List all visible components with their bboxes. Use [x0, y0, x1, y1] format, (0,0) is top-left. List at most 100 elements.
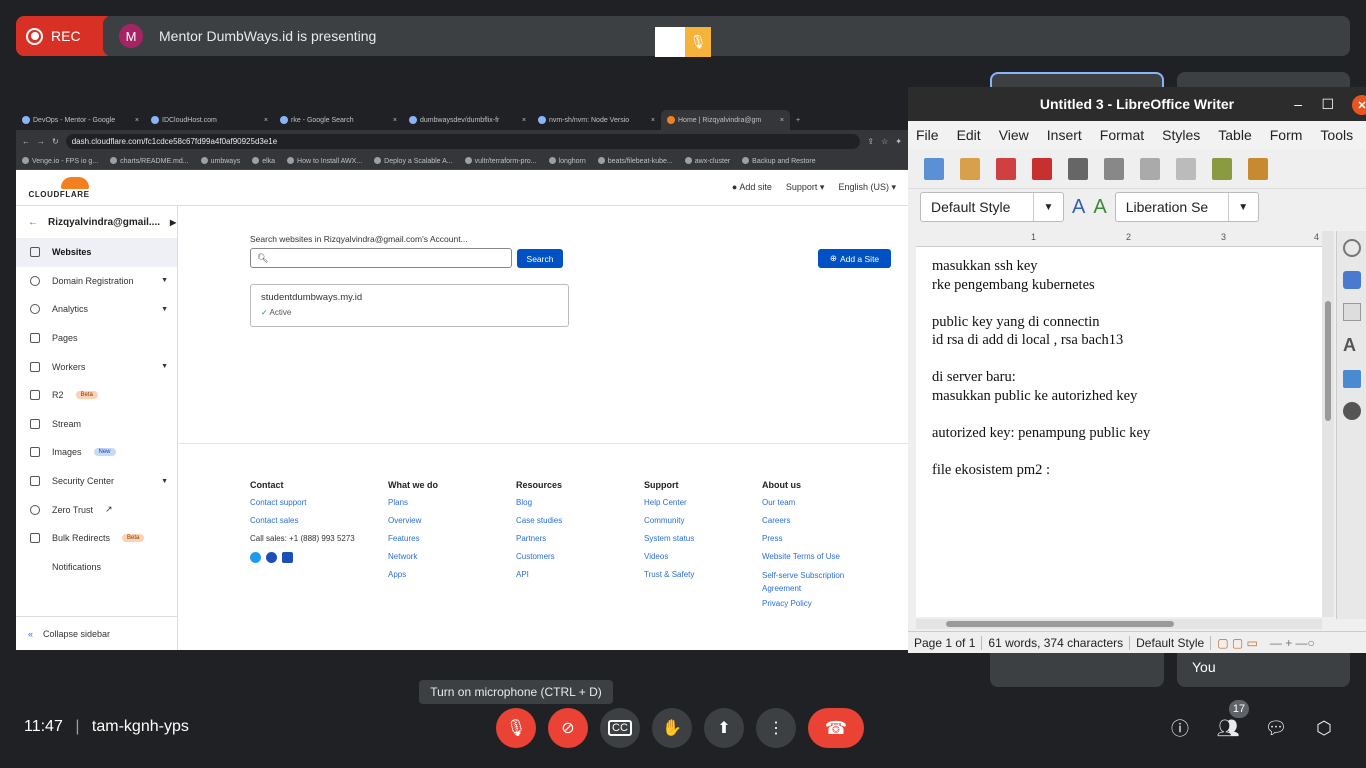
cloudflare-logo[interactable]: CLOUDFLARE [25, 176, 93, 199]
horizontal-ruler[interactable]: 1 2 3 4 [916, 231, 1322, 247]
sidebar-item-pages[interactable]: Pages [16, 324, 177, 353]
meeting-details-button[interactable]: ⓘ [1166, 714, 1194, 742]
open-folder-icon[interactable] [960, 157, 980, 180]
add-a-site-button[interactable]: ⊕ Add a Site [818, 249, 891, 268]
sidebar-item-zero-trust[interactable]: Zero Trust ↗ [16, 495, 177, 524]
reload-icon[interactable]: ↻ [52, 137, 59, 146]
print-icon[interactable] [1068, 157, 1088, 180]
footer-link[interactable]: Partners [516, 530, 562, 548]
gallery-icon[interactable] [1343, 370, 1361, 388]
footer-link[interactable]: Website Terms of Use [762, 548, 844, 566]
bookmark-item[interactable]: Deploy a Scalable A... [374, 156, 453, 165]
twitter-icon[interactable] [250, 552, 261, 563]
minimize-icon[interactable]: – [1294, 87, 1302, 121]
footer-link[interactable]: Contact support [250, 494, 355, 512]
save-icon[interactable] [996, 157, 1016, 180]
account-switcher[interactable]: ← Rizqyalvindra@gmail.... ▶ [16, 206, 177, 238]
star-icon[interactable]: ☆ [881, 137, 888, 146]
menu-edit[interactable]: Edit [957, 127, 981, 143]
export-pdf-icon[interactable] [1032, 157, 1052, 180]
linkedin-icon[interactable] [282, 552, 293, 563]
footer-link[interactable]: Apps [388, 566, 438, 584]
browser-tab[interactable]: dumbwaysdev/dumbflix-fr × [403, 110, 532, 130]
close-icon[interactable]: × [651, 117, 655, 124]
close-icon[interactable]: × [522, 117, 526, 124]
sidebar-item-analytics[interactable]: Analytics ▼ [16, 295, 177, 324]
new-document-icon[interactable] [924, 157, 944, 180]
print-preview-icon[interactable] [1104, 157, 1124, 180]
properties-icon[interactable] [1343, 239, 1361, 257]
paragraph-style-dropdown[interactable]: Default Style ▼ [920, 192, 1064, 222]
footer-link[interactable]: Self-serve Subscription Agreement [762, 569, 844, 595]
view-layout-icons[interactable]: ▢ ▢ ▭ [1211, 636, 1264, 650]
document-page[interactable]: masukkan ssh key rke pengembang kubernet… [916, 247, 1322, 617]
footer-link[interactable]: Case studies [516, 512, 562, 530]
sidebar-item-r2[interactable]: R2 Beta [16, 381, 177, 410]
clone-formatting-icon[interactable] [1248, 157, 1268, 180]
close-icon[interactable]: × [135, 117, 139, 124]
footer-link[interactable]: Customers [516, 548, 562, 566]
close-icon[interactable]: ✕ [1352, 95, 1366, 115]
footer-link[interactable]: Our team [762, 494, 844, 512]
footer-link[interactable]: Videos [644, 548, 694, 566]
close-icon[interactable]: × [393, 117, 397, 124]
bookmark-item[interactable]: Backup and Restore [742, 156, 816, 165]
horizontal-scrollbar[interactable] [916, 619, 1322, 629]
microphone-off-button[interactable]: 🎙 [496, 708, 536, 748]
cut-icon[interactable] [1140, 157, 1160, 180]
facebook-icon[interactable] [266, 552, 277, 563]
captions-button[interactable]: CC [600, 708, 640, 748]
sidebar-item-notifications[interactable]: Notifications [16, 553, 177, 582]
site-card[interactable]: studentdumbways.my.id ✓ Active [250, 284, 569, 327]
browser-tab[interactable]: rke - Google Search × [274, 110, 403, 130]
activities-button[interactable]: ⬡ [1310, 714, 1338, 742]
bookmark-item[interactable]: longhorn [548, 156, 586, 165]
menu-view[interactable]: View [999, 127, 1029, 143]
footer-link[interactable]: Overview [388, 512, 438, 530]
add-site-link[interactable]: ● Add site [732, 182, 772, 193]
browser-tab[interactable]: IDCloudHost.com × [145, 110, 274, 130]
footer-link[interactable]: Network [388, 548, 438, 566]
update-style-icon[interactable]: A [1072, 196, 1085, 219]
browser-tab[interactable]: DevOps - Mentor - Google × [16, 110, 145, 130]
footer-link[interactable]: System status [644, 530, 694, 548]
sidebar-item-websites[interactable]: Websites [16, 238, 177, 267]
new-tab-icon[interactable]: + [790, 117, 806, 124]
bookmark-item[interactable]: Venge.io - FPS io g... [22, 156, 98, 165]
bookmark-item[interactable]: beats/filebeat-kube... [597, 156, 673, 165]
menu-table[interactable]: Table [1218, 127, 1251, 143]
footer-link[interactable]: Press [762, 530, 844, 548]
share-icon[interactable]: ⇪ [867, 137, 874, 146]
sidebar-item-stream[interactable]: Stream [16, 410, 177, 439]
search-button[interactable]: Search [517, 249, 563, 268]
menu-insert[interactable]: Insert [1047, 127, 1082, 143]
footer-link[interactable]: Careers [762, 512, 844, 530]
footer-link[interactable]: Community [644, 512, 694, 530]
footer-link[interactable]: Help Center [644, 494, 694, 512]
chat-button[interactable]: 💬︎ [1262, 714, 1290, 742]
bookmark-item[interactable]: umbways [200, 156, 240, 165]
footer-link[interactable]: Blog [516, 494, 562, 512]
vertical-scrollbar[interactable] [1322, 231, 1334, 617]
extensions-icon[interactable]: ✦ [895, 137, 902, 146]
close-icon[interactable]: × [264, 117, 268, 124]
sidebar-item-workers[interactable]: Workers ▼ [16, 352, 177, 381]
footer-link[interactable]: Privacy Policy [762, 595, 844, 613]
forward-icon[interactable]: → [37, 137, 45, 146]
footer-link[interactable]: Plans [388, 494, 438, 512]
camera-off-button[interactable]: ⊘ [548, 708, 588, 748]
bookmark-item[interactable]: charts/README.md... [110, 156, 189, 165]
sidebar-item-domain-registration[interactable]: Domain Registration ▼ [16, 267, 177, 296]
language-menu[interactable]: English (US) ▾ [838, 182, 896, 193]
menu-file[interactable]: File [916, 127, 939, 143]
raise-hand-button[interactable]: ✋ [652, 708, 692, 748]
url-field[interactable]: dash.cloudflare.com/fc1cdce58c67fd99a4f0… [65, 133, 861, 149]
menu-format[interactable]: Format [1100, 127, 1144, 143]
font-name-dropdown[interactable]: Liberation Se ▼ [1114, 192, 1259, 222]
footer-link[interactable]: Trust & Safety [644, 566, 694, 584]
support-menu[interactable]: Support ▾ [786, 182, 825, 193]
page-icon[interactable] [1343, 303, 1361, 321]
paste-icon[interactable] [1212, 157, 1232, 180]
sidebar-item-images[interactable]: Images New [16, 438, 177, 467]
new-style-icon[interactable]: A [1093, 196, 1106, 219]
